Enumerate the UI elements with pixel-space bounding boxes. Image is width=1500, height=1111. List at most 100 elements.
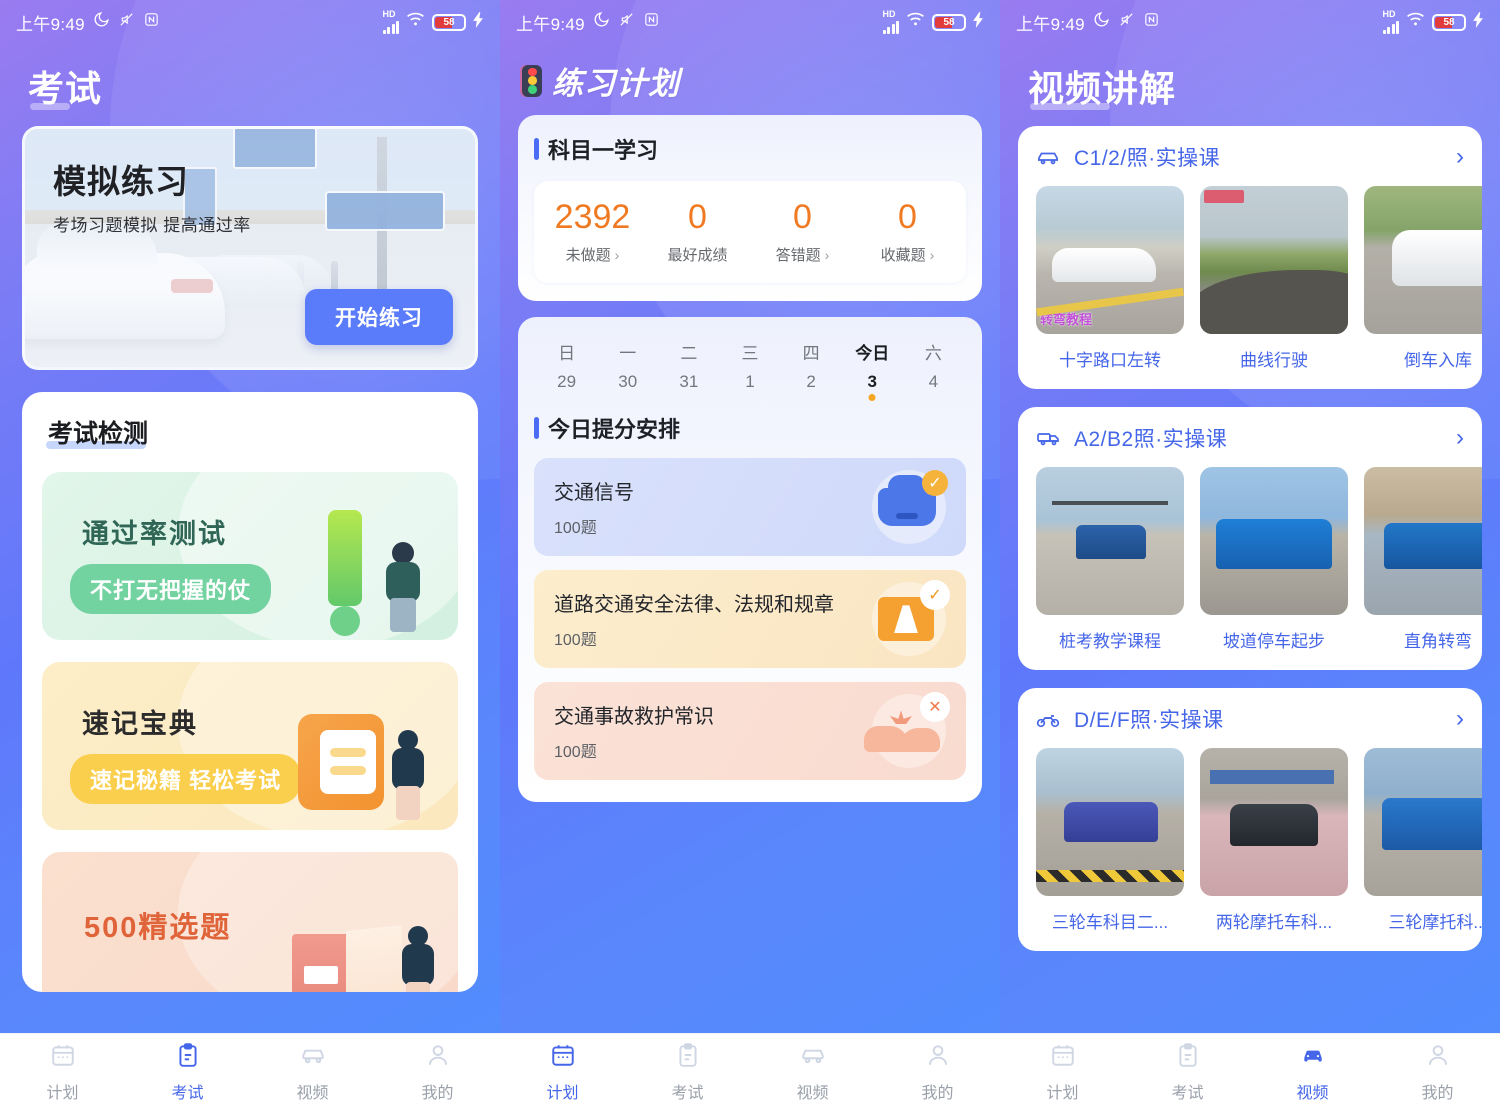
tab-plan[interactable]: 计划 [0, 1042, 125, 1103]
tab-video[interactable]: 视频 [750, 1042, 875, 1103]
stats-row: 2392 未做题 › 0 最好成绩 0 答错题 › 0 收藏题 › [534, 181, 966, 284]
video-thumbnail [1036, 748, 1184, 896]
promo-pass-rate-test[interactable]: 通过率测试 不打无把握的仗 [42, 472, 458, 640]
task-accident-aid[interactable]: ✕ 交通事故救护常识 100题 [534, 682, 966, 781]
calendar-day-name: 三 [741, 344, 759, 364]
promo-quick-memory[interactable]: 速记宝典 速记秘籍 轻松考试 [42, 662, 458, 830]
calendar-day[interactable]: 三 1 [719, 339, 780, 392]
battery-icon: 58 [932, 13, 966, 31]
stat-best-score[interactable]: 0 最好成绩 [645, 198, 750, 265]
subject-heading: 科目一学习 [534, 133, 966, 165]
stat-value: 2392 [554, 198, 631, 236]
stat-favorites[interactable]: 0 收藏题 › [855, 198, 960, 265]
tab-label: 计划 [546, 1085, 579, 1102]
video-group-header[interactable]: C1/2/照·实操课 › [1018, 142, 1482, 186]
start-practice-button[interactable]: 开始练习 [305, 289, 453, 345]
tab-label: 计划 [46, 1085, 79, 1102]
car-icon [1300, 1042, 1326, 1073]
video-thumbnail [1364, 186, 1482, 334]
video-item[interactable]: 坡道停车起步 [1200, 467, 1348, 652]
hd-label: HD [1382, 9, 1396, 19]
bottom-nav-3: 计划 考试 视频 我的 [1000, 1033, 1500, 1111]
wifi-icon [906, 12, 925, 32]
page-title: 考试 [28, 60, 102, 112]
video-thumbnail [1200, 467, 1348, 615]
tab-exam[interactable]: 考试 [1125, 1042, 1250, 1103]
video-label: 倒车入库 [1404, 351, 1472, 370]
calendar-icon [50, 1042, 76, 1073]
car-icon [1036, 147, 1064, 167]
mute-icon [118, 11, 135, 33]
calendar-day-today[interactable]: 今日 3 [842, 339, 903, 392]
tab-mine[interactable]: 我的 [1375, 1042, 1500, 1103]
stat-value: 0 [793, 198, 812, 236]
tab-label: 我的 [921, 1085, 954, 1102]
calendar-day[interactable]: 四 2 [781, 339, 842, 392]
calendar-day[interactable]: 六 4 [903, 339, 964, 392]
calendar-day[interactable]: 一 30 [597, 339, 658, 392]
chevron-right-icon[interactable]: › [1456, 424, 1464, 452]
subject-one-card: 科目一学习 2392 未做题 › 0 最好成绩 0 答错题 › 0 收藏题 › [518, 115, 982, 302]
status-time: 上午9:49 [16, 14, 85, 34]
screen-plan: 上午9:49 HD 58 练习计划 科目一学习 2392 未做题 › 0 最好成… [500, 0, 1000, 1111]
bottom-nav-1: 计划 考试 视频 我的 [0, 1033, 500, 1111]
video-group-header[interactable]: A2/B2照·实操课 › [1018, 423, 1482, 467]
simulation-practice-banner[interactable]: 模拟练习 考场习题模拟 提高通过率 开始练习 [22, 126, 478, 370]
screen-exam: 上午9:49 HD 58 考试 模拟练习 考场习题模拟 提高通过率 开始练习 考… [0, 0, 500, 1111]
video-item[interactable]: 直角转弯 [1364, 467, 1482, 652]
open-book-icon [292, 925, 402, 992]
truck-icon [1036, 428, 1064, 448]
video-group-header[interactable]: D/E/F照·实操课 › [1018, 704, 1482, 748]
tab-mine[interactable]: 我的 [875, 1042, 1000, 1103]
chevron-right-icon[interactable]: › [1456, 143, 1464, 171]
signal-icon [1382, 20, 1399, 34]
promo-title: 500精选题 [84, 912, 232, 944]
promo-500-questions[interactable]: 500精选题 [42, 852, 458, 992]
tab-plan[interactable]: 计划 [1000, 1042, 1125, 1103]
tab-label: 考试 [171, 1085, 204, 1102]
video-label: 三轮车科目二... [1051, 913, 1169, 932]
stat-wrong[interactable]: 0 答错题 › [750, 198, 855, 265]
calendar-day[interactable]: 日 29 [536, 339, 597, 392]
tab-label: 考试 [671, 1085, 704, 1102]
tab-plan[interactable]: 计划 [500, 1042, 625, 1103]
exam-detection-card: 考试检测 通过率测试 不打无把握的仗 速记宝典 速记秘籍 轻松考试 500精选题 [22, 392, 478, 992]
thumbnail-overlay-text: 转弯教程 [1040, 312, 1093, 327]
nfc-icon [143, 11, 160, 33]
clipboard-icon [675, 1042, 701, 1073]
calendar-day[interactable]: 二 31 [658, 339, 719, 392]
tab-label: 视频 [1296, 1085, 1329, 1102]
moon-icon [593, 11, 610, 33]
video-item[interactable]: 两轮摩托车科... [1200, 748, 1348, 933]
tab-exam[interactable]: 考试 [625, 1042, 750, 1103]
chevron-right-icon[interactable]: › [1456, 705, 1464, 733]
tab-video[interactable]: 视频 [250, 1042, 375, 1103]
calendar-icon [550, 1042, 576, 1073]
wifi-icon [406, 12, 425, 32]
task-traffic-signal[interactable]: ✓ 交通信号 100题 [534, 458, 966, 557]
calendar-day-number: 29 [557, 372, 577, 392]
clipboard-icon [175, 1042, 201, 1073]
calendar-day-name: 今日 [855, 344, 890, 364]
tab-video[interactable]: 视频 [1250, 1042, 1375, 1103]
video-item[interactable]: 转弯教程 十字路口左转 [1036, 186, 1184, 371]
tab-exam[interactable]: 考试 [125, 1042, 250, 1103]
moon-icon [93, 11, 110, 33]
video-label: 曲线行驶 [1240, 351, 1308, 370]
stat-unanswered[interactable]: 2392 未做题 › [540, 198, 645, 265]
status-bar-3: 上午9:49 HD 58 [1000, 0, 1500, 44]
task-road-law[interactable]: ✓ 道路交通安全法律、法规和规章 100题 [534, 570, 966, 669]
week-calendar: 日 29 一 30 二 31 三 1 四 2 今日 3 六 4 [534, 335, 966, 398]
video-item[interactable]: 曲线行驶 [1200, 186, 1348, 371]
person-icon [925, 1042, 951, 1073]
video-item[interactable]: 倒车入库 [1364, 186, 1482, 371]
person-illustration [386, 730, 430, 822]
video-item[interactable]: 三轮车科目二... [1036, 748, 1184, 933]
battery-icon: 58 [432, 13, 466, 31]
video-label: 两轮摩托车科... [1215, 913, 1333, 932]
person-illustration [378, 542, 428, 634]
tab-mine[interactable]: 我的 [375, 1042, 500, 1103]
promo-pill: 不打无把握的仗 [70, 564, 272, 614]
video-item[interactable]: 桩考教学课程 [1036, 467, 1184, 652]
video-item[interactable]: 三轮摩托科... [1364, 748, 1482, 933]
